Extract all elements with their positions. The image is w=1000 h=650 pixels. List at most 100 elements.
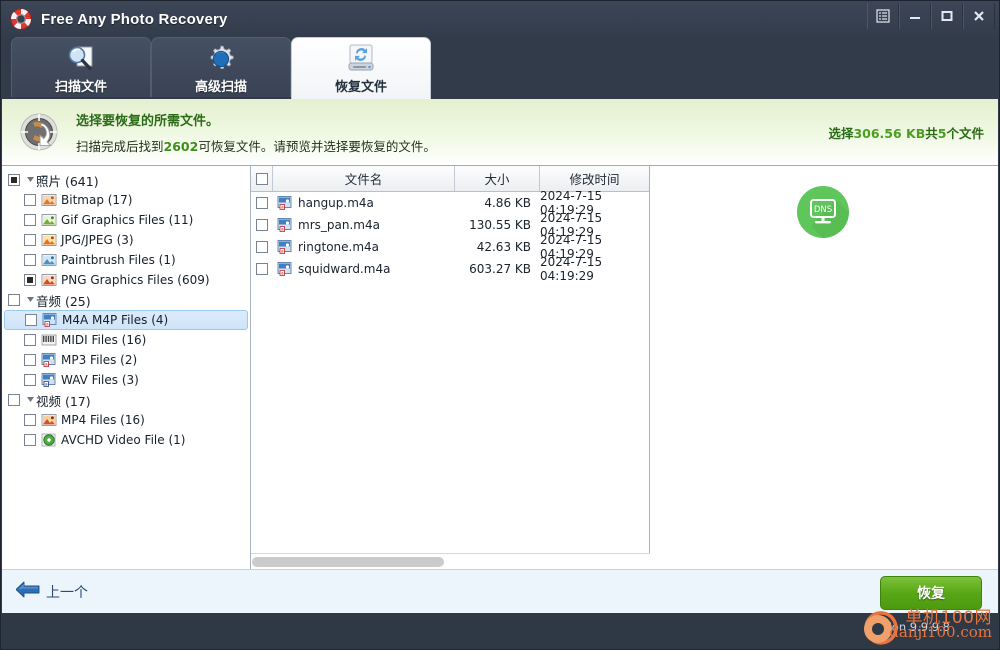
tab-recover-files[interactable]: 恢复文件 xyxy=(291,37,431,99)
application-window: Free Any Photo Recovery 扫描文件 高级扫描 恢复文件 选… xyxy=(0,0,1000,650)
maximize-button[interactable] xyxy=(931,3,963,29)
status-bar: sion 9.9.9.8 单机100网 danji100.com xyxy=(2,608,998,649)
column-header-size[interactable]: 大小 xyxy=(455,166,540,191)
tree-group-3[interactable]: 视频 (17) xyxy=(2,390,250,410)
tree-item-checkbox[interactable] xyxy=(24,434,36,446)
tree-group-checkbox[interactable] xyxy=(8,294,20,306)
row-checkbox[interactable] xyxy=(256,241,268,253)
status-banner: 选择要恢复的所需文件。 扫描完成后找到2602可恢复文件。请预览并选择要恢复的文… xyxy=(2,99,998,166)
back-arrow-icon xyxy=(15,581,40,603)
horizontal-scrollbar[interactable] xyxy=(251,553,650,569)
tree-group-label: 音频 (25) xyxy=(36,293,91,309)
tree-item-label: PNG Graphics Files (609) xyxy=(61,273,210,287)
svg-text:a: a xyxy=(45,383,48,388)
row-checkbox-cell[interactable] xyxy=(251,219,273,231)
banner-subtext-post: 可恢复文件。请预览并选择要恢复的文件。 xyxy=(198,138,436,154)
tree-item-checkbox[interactable] xyxy=(24,214,36,226)
tree-item-checkbox[interactable] xyxy=(24,254,36,266)
tree-item-png-file[interactable]: PNG Graphics Files (609) xyxy=(2,270,250,290)
tree-item-bitmap-file[interactable]: Bitmap (17) xyxy=(2,190,250,210)
tree-item-m4a-file[interactable]: a M4A M4P Files (4) xyxy=(4,310,248,330)
tree-item-midi-file[interactable]: MIDI Files (16) xyxy=(2,330,250,350)
midi-file-icon xyxy=(41,332,57,348)
row-checkbox-cell[interactable] xyxy=(251,241,273,253)
tree-item-wav-file[interactable]: a WAV Files (3) xyxy=(2,370,250,390)
tree-item-avchd-file[interactable]: AVCHD Video File (1) xyxy=(2,430,250,450)
tree-group-1[interactable]: 照片 (641) xyxy=(2,170,250,190)
svg-text:DNS: DNS xyxy=(814,205,832,215)
tree-item-checkbox[interactable] xyxy=(24,234,36,246)
cell-filename: a hangup.m4a xyxy=(273,195,455,211)
select-all-checkbox[interactable] xyxy=(255,172,268,185)
table-row[interactable]: a squidward.m4a 603.27 KB 2024-7-15 04:19:2… xyxy=(251,255,649,283)
mp3-file-icon: a xyxy=(41,352,57,368)
tab-label: 扫描文件 xyxy=(54,80,107,95)
magnifier-document-icon xyxy=(65,44,97,74)
m4a-file-icon: a xyxy=(277,217,293,233)
tree-item-checkbox[interactable] xyxy=(24,354,36,366)
selection-size: 306.56 KB xyxy=(853,125,926,141)
tab-strip: 扫描文件 高级扫描 恢复文件 xyxy=(1,37,999,99)
tab-label: 高级扫描 xyxy=(194,80,247,95)
close-button[interactable] xyxy=(963,3,995,29)
horizontal-scrollbar-thumb[interactable] xyxy=(252,557,444,567)
row-checkbox[interactable] xyxy=(256,263,268,275)
chevron-down-icon[interactable] xyxy=(25,176,36,184)
tab-scan-files[interactable]: 扫描文件 xyxy=(11,37,151,97)
tree-group-2[interactable]: 音频 (25) xyxy=(2,290,250,310)
lifebuoy-icon xyxy=(10,8,32,30)
column-header-filename[interactable]: 文件名 xyxy=(273,166,455,191)
tree-item-checkbox[interactable] xyxy=(24,274,36,286)
tree-item-checkbox[interactable] xyxy=(24,194,36,206)
column-header-modified[interactable]: 修改时间 xyxy=(540,166,649,191)
filename-text: ringtone.m4a xyxy=(298,240,380,254)
chevron-down-icon[interactable] xyxy=(25,296,36,304)
file-list-panel[interactable]: 文件名 大小 修改时间 a hangup.m4a 4.86 KB 2024-7-15 … xyxy=(251,166,650,569)
png-file-icon xyxy=(41,272,57,288)
svg-text:a: a xyxy=(281,228,284,233)
m4a-file-icon: a xyxy=(277,261,293,277)
svg-text:a: a xyxy=(281,272,284,277)
tree-item-mp4-file[interactable]: MP4 Files (16) xyxy=(2,410,250,430)
cell-size: 603.27 KB xyxy=(469,262,531,276)
svg-text:a: a xyxy=(46,323,49,328)
cell-filename: a mrs_pan.m4a xyxy=(273,217,455,233)
file-table-body: a hangup.m4a 4.86 KB 2024-7-15 04:19:29 a mrs… xyxy=(251,189,649,283)
banner-subtext: 扫描完成后找到2602可恢复文件。请预览并选择要恢复的文件。 xyxy=(76,136,828,155)
row-checkbox-cell[interactable] xyxy=(251,197,273,209)
row-checkbox[interactable] xyxy=(256,219,268,231)
menu-button[interactable] xyxy=(867,3,899,29)
tab-advanced-scan[interactable]: 高级扫描 xyxy=(151,37,291,97)
tree-item-checkbox[interactable] xyxy=(24,414,36,426)
chevron-down-icon[interactable] xyxy=(25,396,36,404)
tree-item-checkbox[interactable] xyxy=(25,314,37,326)
m4a-file-icon: a xyxy=(42,312,58,328)
banner-file-count: 2602 xyxy=(163,138,199,154)
tree-item-jpg-file[interactable]: JPG/JPEG (3) xyxy=(2,230,250,250)
row-checkbox-cell[interactable] xyxy=(251,263,273,275)
tree-group-checkbox[interactable] xyxy=(8,394,20,406)
tree-item-checkbox[interactable] xyxy=(24,374,36,386)
filetype-tree-panel[interactable]: 照片 (641) Bitmap (17) Gif Graphics Files (1… xyxy=(2,166,251,569)
tree-item-mp3-file[interactable]: a MP3 Files (2) xyxy=(2,350,250,370)
tree-item-gif-file[interactable]: Gif Graphics Files (11) xyxy=(2,210,250,230)
tree-group-checkbox[interactable] xyxy=(8,174,20,186)
tab-label: 恢复文件 xyxy=(334,80,387,95)
paintbrush-file-icon xyxy=(41,252,57,268)
selection-pre: 选择 xyxy=(828,125,854,141)
cell-modified: 2024-7-15 04:19:29 xyxy=(540,255,603,283)
back-button[interactable]: 上一个 xyxy=(15,581,88,603)
banner-subtext-pre: 扫描完成后找到 xyxy=(76,138,164,154)
select-all-header[interactable] xyxy=(251,166,273,191)
tree-item-checkbox[interactable] xyxy=(24,334,36,346)
row-checkbox[interactable] xyxy=(256,197,268,209)
gif-file-icon xyxy=(41,212,57,228)
gear-icon xyxy=(206,44,236,74)
bitmap-file-icon xyxy=(41,192,57,208)
tree-item-label: MP4 Files (16) xyxy=(61,413,145,427)
recover-drive-icon xyxy=(345,44,377,74)
filename-text: mrs_pan.m4a xyxy=(298,218,380,232)
tree-item-paintbrush-file[interactable]: Paintbrush Files (1) xyxy=(2,250,250,270)
minimize-button[interactable] xyxy=(899,3,931,29)
tree-item-label: Gif Graphics Files (11) xyxy=(61,213,194,227)
